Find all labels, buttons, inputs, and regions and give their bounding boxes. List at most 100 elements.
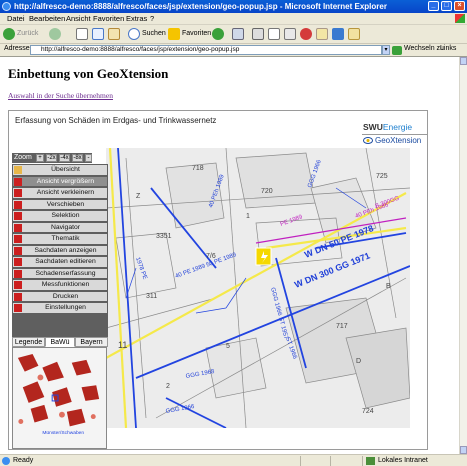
stop-icon[interactable]: [76, 28, 88, 40]
tools-menu: Übersicht Ansicht vergrößern Ansicht ver…: [12, 164, 108, 344]
logo-brand-suffix: Energie: [382, 122, 413, 132]
page-status-icon: [2, 457, 10, 465]
map-label: 725: [376, 173, 388, 180]
print-icon[interactable]: [252, 28, 264, 40]
home-icon[interactable]: [108, 28, 120, 40]
windows-logo-icon: [455, 14, 465, 23]
menu-item-selection[interactable]: Selektion: [13, 211, 107, 222]
menu-item-edit-attributes[interactable]: Sachdaten editieren: [13, 257, 107, 268]
selection-icon: [14, 212, 22, 220]
toolbar: Zurück Suchen Favoriten: [0, 25, 467, 44]
folder-icon[interactable]: [348, 28, 360, 40]
discuss-icon[interactable]: [284, 28, 296, 40]
menu-item-measure[interactable]: Messfunktionen: [13, 280, 107, 291]
edit-attributes-icon: [14, 258, 22, 266]
tab-bawue[interactable]: BaWü: [45, 337, 75, 347]
mail-icon[interactable]: [232, 28, 244, 40]
research-icon[interactable]: [300, 28, 312, 40]
security-zone: Lokales Intranet: [378, 457, 428, 464]
scroll-down-icon[interactable]: [460, 446, 467, 454]
internet-explorer-icon: [2, 2, 11, 11]
menu-item-zoom-out[interactable]: Ansicht verkleinern: [13, 188, 107, 199]
back-label[interactable]: Zurück: [17, 30, 38, 37]
panel-tabs: Legende BaWü Bayern: [12, 337, 108, 347]
page-content: Einbettung von GeoXtension Auswahl in de…: [0, 57, 459, 454]
menu-bearbeiten[interactable]: Bearbeiten: [29, 14, 65, 23]
zoom-2x-button[interactable]: -2x: [46, 154, 57, 162]
navigator-icon: [14, 223, 22, 232]
menu-extras[interactable]: Extras: [126, 14, 147, 23]
back-arrow-icon[interactable]: [3, 28, 15, 40]
zoom-out-button[interactable]: -: [85, 154, 92, 162]
status-text: Ready: [13, 457, 34, 464]
menu-ansicht[interactable]: Ansicht: [66, 14, 91, 23]
vertical-scrollbar[interactable]: [459, 57, 467, 454]
menu-item-overview[interactable]: Übersicht: [13, 165, 107, 176]
status-bar: Ready Lokales Intranet: [0, 454, 467, 466]
frame-title: Erfassung von Schäden im Erdgas- und Tri…: [15, 116, 217, 125]
map-label: 2: [166, 383, 170, 390]
page-title: Einbettung von GeoXtension: [8, 66, 169, 81]
logo-brand: SWU: [363, 122, 383, 132]
zoom-in-icon: [14, 177, 22, 186]
window-title-bar[interactable]: http://alfresco-demo:8888/alfresco/faces…: [0, 0, 467, 13]
media-icon[interactable]: [212, 28, 224, 40]
overview-map[interactable]: Münster/Schwaben: [12, 347, 107, 449]
favorites-label[interactable]: Favoriten: [182, 30, 211, 37]
menu-item-damage-capture[interactable]: Schadenserfassung: [13, 268, 107, 279]
favorites-star-icon[interactable]: [168, 28, 180, 40]
close-button[interactable]: ×: [454, 1, 465, 11]
forward-arrow-icon[interactable]: [49, 28, 61, 40]
go-arrow-icon[interactable]: [392, 46, 402, 55]
links-button[interactable]: Links: [440, 45, 456, 52]
logo-divider: [362, 134, 427, 135]
map-label: 311: [146, 293, 157, 300]
tab-bayern[interactable]: Bayern: [75, 337, 108, 347]
map-label: 1: [246, 213, 250, 220]
geoxtension-eye-icon: [363, 137, 373, 145]
adopt-selection-link[interactable]: Auswahl in der Suche übernehmen: [8, 91, 113, 100]
menu-item-show-attributes[interactable]: Sachdaten anzeigen: [13, 245, 107, 256]
address-input[interactable]: http://alfresco-demo:8888/alfresco/faces…: [30, 45, 382, 55]
maximize-button[interactable]: □: [441, 1, 452, 11]
menu-item-navigator[interactable]: Navigator: [13, 222, 107, 233]
status-divider: [300, 456, 301, 466]
menu-help[interactable]: ?: [150, 14, 154, 23]
address-dropdown-icon[interactable]: ▾: [382, 45, 390, 55]
tab-legend[interactable]: Legende: [12, 337, 45, 347]
status-divider: [362, 456, 363, 466]
map-label: 5: [226, 343, 230, 350]
thematic-icon: [14, 235, 22, 243]
menu-item-thematic[interactable]: Thematik: [13, 234, 107, 245]
messenger-icon[interactable]: [316, 28, 328, 40]
menu-item-pan[interactable]: Verschieben: [13, 199, 107, 210]
search-label[interactable]: Suchen: [142, 30, 166, 37]
map-label: 11: [118, 340, 127, 350]
pan-icon: [14, 200, 22, 209]
zoom-label: Zoom: [14, 154, 32, 161]
go-button[interactable]: Wechseln zu: [404, 45, 444, 52]
menu-item-print[interactable]: Drucken: [13, 291, 107, 302]
menu-item-settings[interactable]: Einstellungen: [13, 303, 107, 314]
map-label: B: [386, 283, 391, 290]
damage-capture-icon: [14, 269, 22, 278]
map-label: 3351: [156, 233, 172, 240]
menu-datei[interactable]: Datei: [7, 14, 25, 23]
zoom-8x-button[interactable]: -8x: [72, 154, 83, 162]
address-label: Adresse: [4, 45, 30, 52]
refresh-icon[interactable]: [92, 28, 104, 40]
status-divider: [330, 456, 331, 466]
zoom-in-button[interactable]: +: [36, 154, 44, 162]
search-icon[interactable]: [128, 28, 140, 40]
menu-favoriten[interactable]: Favoriten: [93, 14, 124, 23]
show-attributes-icon: [14, 246, 22, 255]
map-label: Z: [136, 193, 141, 200]
scroll-up-icon[interactable]: [460, 57, 467, 65]
address-bar: Adresse http://alfresco-demo:8888/alfres…: [0, 44, 467, 57]
edit-icon[interactable]: [268, 28, 280, 40]
zoom-4x-button[interactable]: -4x: [59, 154, 70, 162]
minimize-button[interactable]: _: [428, 1, 439, 11]
menu-item-zoom-in[interactable]: Ansicht vergrößern: [13, 176, 107, 187]
windows-icon[interactable]: [332, 28, 344, 40]
map-canvas[interactable]: W DN 50 PE 1978 W DN 300 GG 1971 40 PEh …: [106, 148, 410, 428]
